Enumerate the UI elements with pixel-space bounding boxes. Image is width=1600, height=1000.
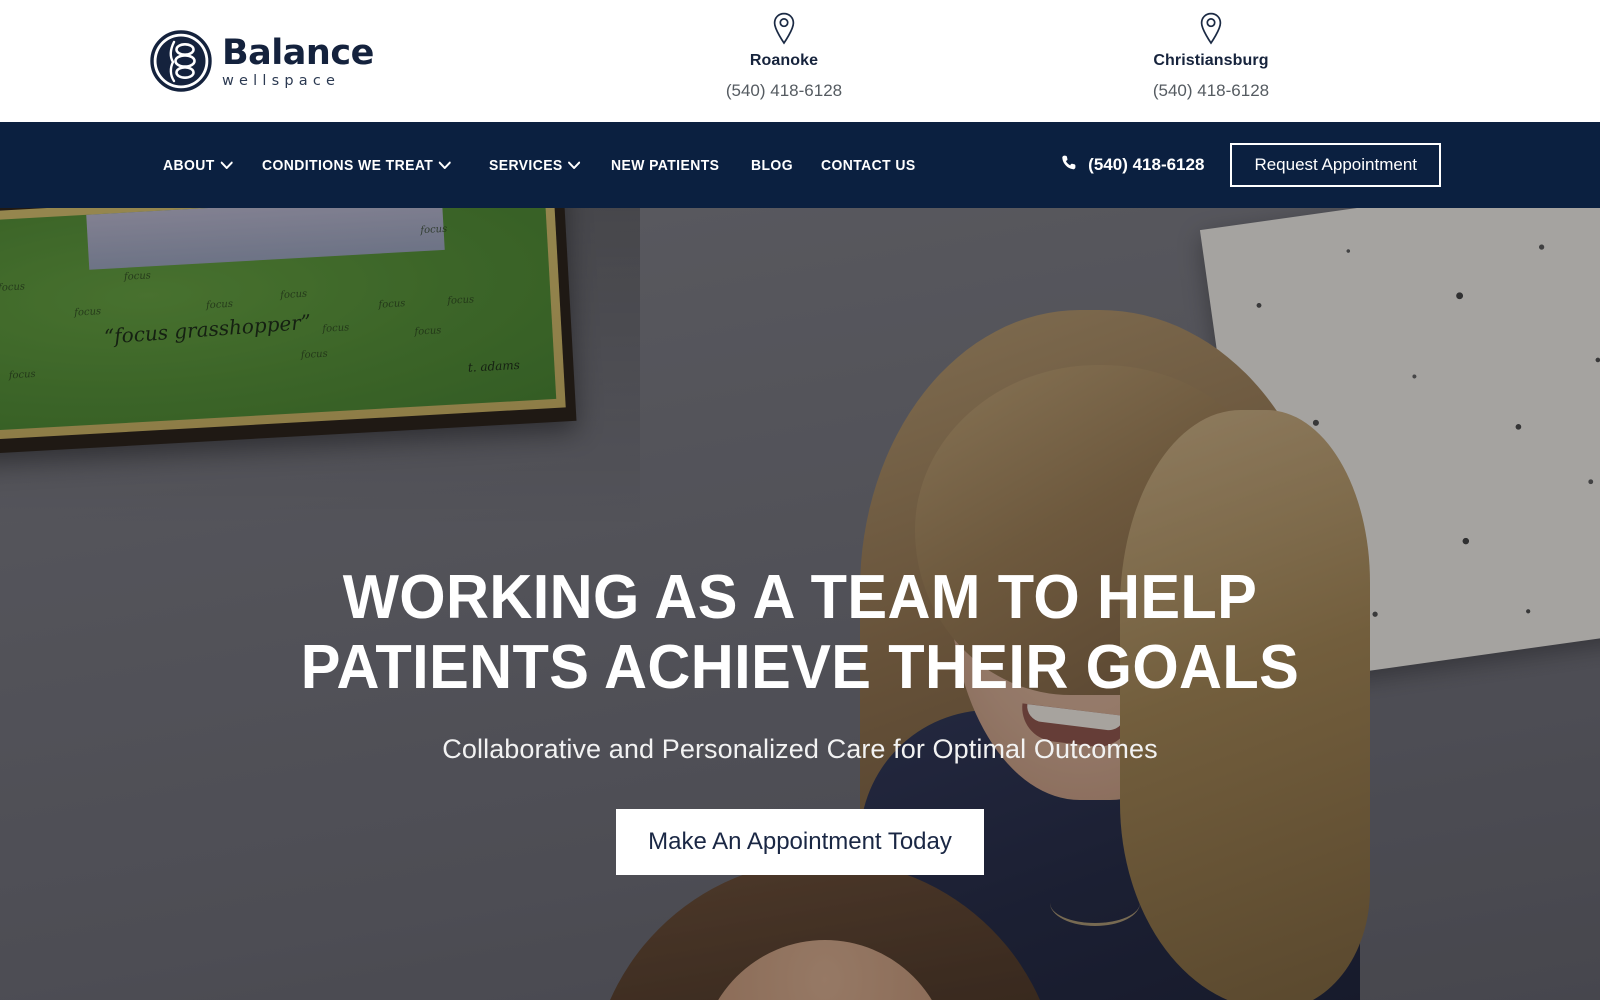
top-utility-bar: Balance wellspace Roanoke (540) 418-6128… — [0, 0, 1600, 122]
hero-content: WORKING AS A TEAM TO HELP PATIENTS ACHIE… — [0, 208, 1600, 1000]
chevron-down-icon — [567, 157, 581, 174]
nav-item-new-patients[interactable]: NEW PATIENTS — [611, 157, 719, 174]
logo-tagline: wellspace — [222, 72, 341, 89]
nav-item-services[interactable]: SERVICES — [488, 156, 581, 174]
location-name: Christiansburg — [1153, 52, 1269, 69]
nav-item-label: CONTACT US — [820, 156, 916, 174]
nav-item-conditions-we-treat[interactable]: CONDITIONS WE TREAT — [262, 157, 451, 174]
nav-links: ABOUT CONDITIONS WE TREAT SERVICES NEW P… — [163, 157, 922, 174]
site-logo[interactable]: Balance wellspace — [150, 30, 374, 92]
location-christiansburg[interactable]: Christiansburg (540) 418-6128 — [1061, 12, 1361, 101]
hero-subheadline: Collaborative and Personalized Care for … — [442, 734, 1158, 765]
request-appointment-button[interactable]: Request Appointment — [1230, 142, 1441, 188]
location-name: Roanoke — [749, 52, 819, 69]
nav-item-label: CONDITIONS WE TREAT — [261, 156, 433, 174]
logo-brand-name: Balance — [222, 32, 374, 73]
nav-item-about[interactable]: ABOUT — [163, 156, 233, 174]
map-pin-icon — [1061, 12, 1361, 45]
spine-circle-icon — [150, 30, 212, 92]
map-pin-icon — [634, 12, 934, 45]
nav-item-label: BLOG — [751, 156, 794, 174]
primary-navigation: ABOUT CONDITIONS WE TREAT SERVICES NEW P… — [0, 122, 1600, 208]
nav-actions: (540) 418-6128 Request Appointment — [1061, 142, 1441, 188]
location-phone[interactable]: (540) 418-6128 — [1061, 81, 1361, 101]
nav-item-contact-us[interactable]: CONTACT US — [821, 157, 916, 174]
nav-item-blog[interactable]: BLOG — [751, 157, 793, 174]
nav-item-label: SERVICES — [488, 156, 563, 174]
location-roanoke[interactable]: Roanoke (540) 418-6128 — [634, 12, 934, 101]
nav-phone-number: (540) 418-6128 — [1088, 155, 1205, 174]
chevron-down-icon — [438, 157, 451, 174]
make-appointment-button[interactable]: Make An Appointment Today — [616, 809, 984, 876]
nav-item-label: NEW PATIENTS — [610, 156, 720, 174]
chevron-down-icon — [220, 157, 233, 174]
nav-item-label: ABOUT — [163, 156, 215, 174]
location-phone[interactable]: (540) 418-6128 — [634, 81, 934, 101]
hero-headline: WORKING AS A TEAM TO HELP PATIENTS ACHIE… — [300, 563, 1300, 703]
nav-phone-link[interactable]: (540) 418-6128 — [1061, 154, 1204, 176]
phone-icon — [1061, 154, 1078, 176]
hero-section: focus focus focus focus focus focus focu… — [0, 208, 1600, 1000]
